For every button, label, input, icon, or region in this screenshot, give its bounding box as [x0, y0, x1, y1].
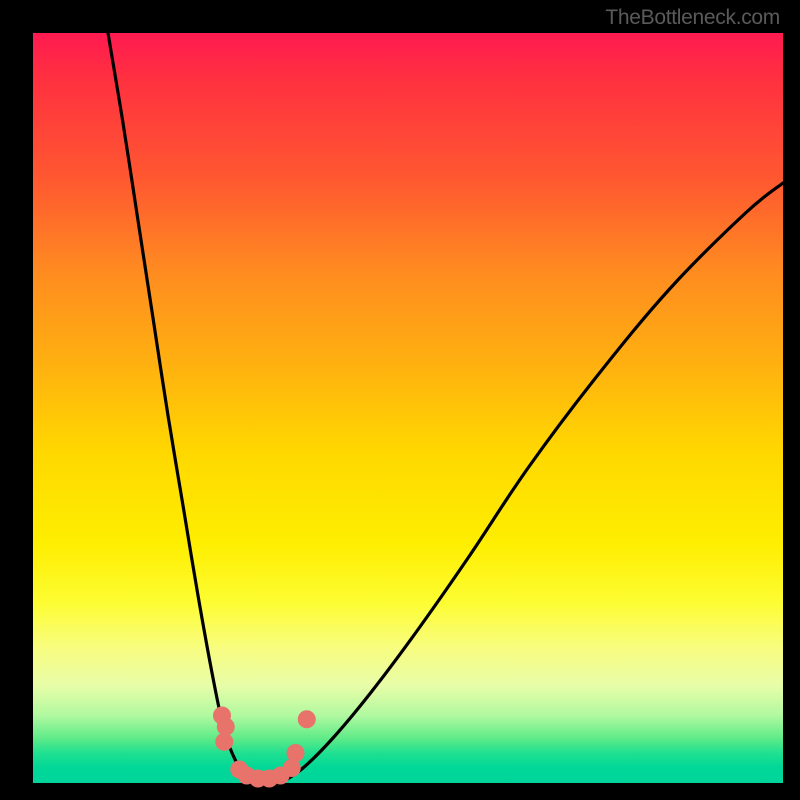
marker-dot [287, 744, 305, 762]
chart-svg [33, 33, 783, 783]
marker-dot [283, 759, 301, 777]
series-right-curve [281, 183, 784, 783]
marker-dot [298, 710, 316, 728]
marker-layer [213, 707, 316, 788]
plot-area [33, 33, 783, 783]
series-left-curve [108, 33, 258, 783]
series-layer [108, 33, 783, 783]
marker-dot [215, 733, 233, 751]
watermark-text: TheBottleneck.com [605, 6, 780, 30]
